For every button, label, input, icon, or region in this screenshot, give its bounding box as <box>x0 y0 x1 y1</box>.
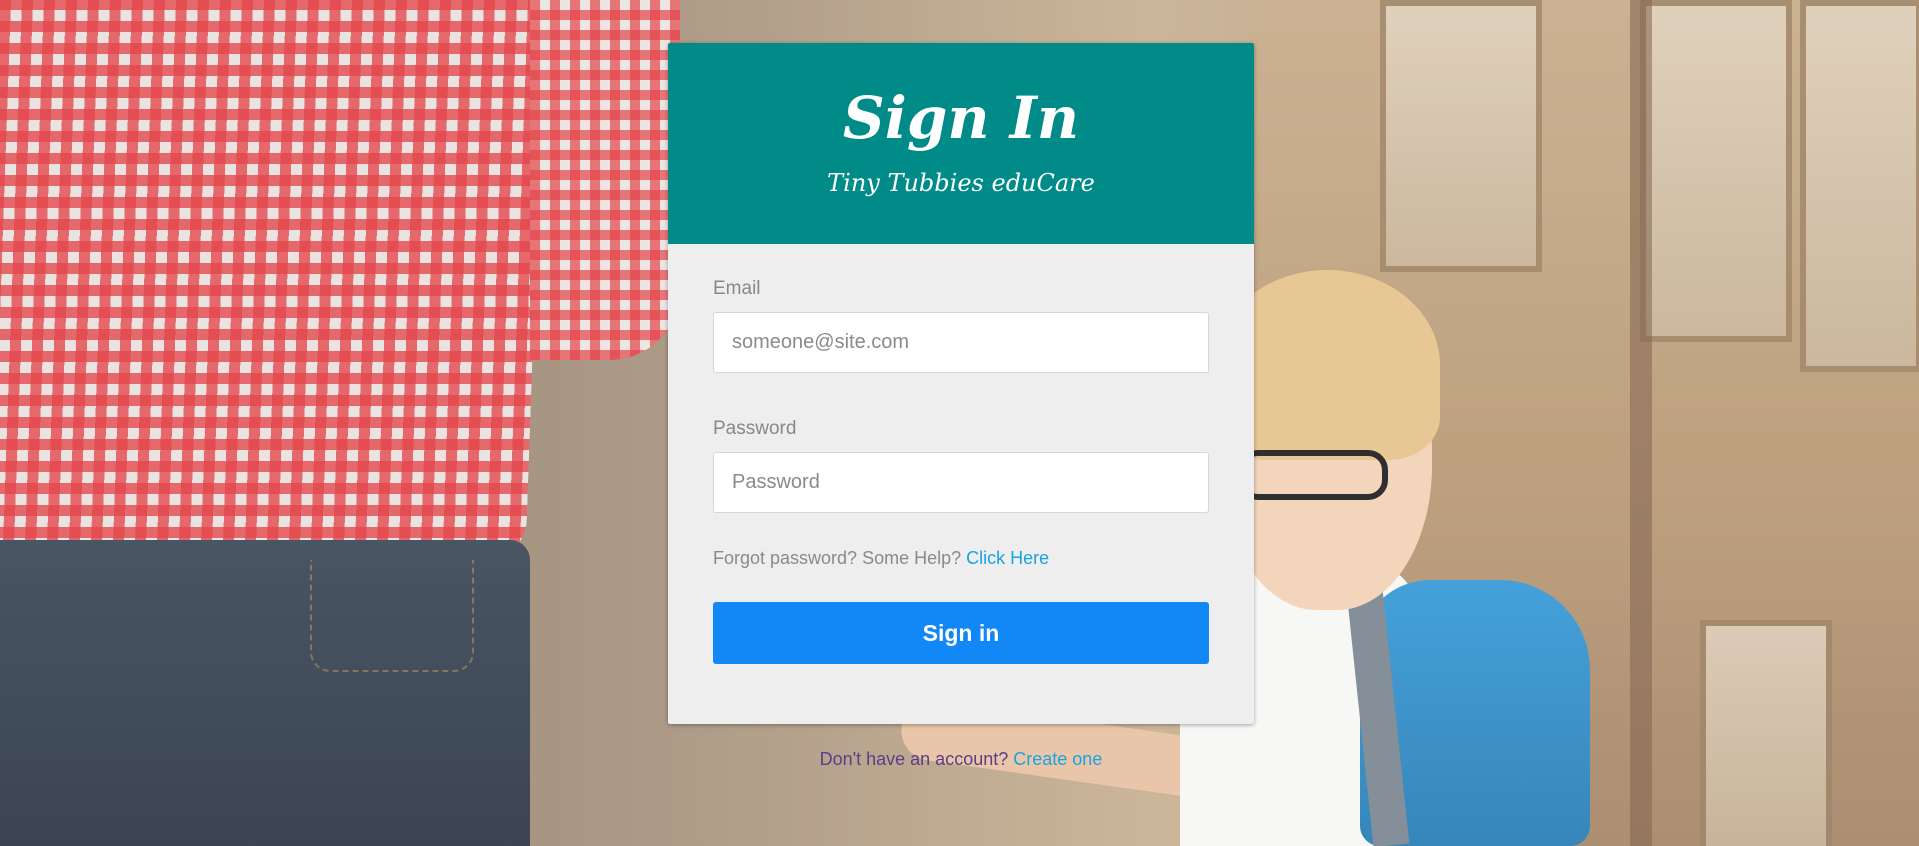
create-account-link[interactable]: Create one <box>1013 749 1102 769</box>
signup-prompt-text: Don't have an account? <box>819 749 1009 769</box>
signin-form: Email Password Forgot password? Some Hel… <box>668 244 1254 664</box>
forgot-password-text: Forgot password? Some Help? <box>713 548 962 568</box>
signin-card-header: Sign In Tiny Tubbies eduCare <box>668 43 1254 244</box>
brand-subtitle: Tiny Tubbies eduCare <box>827 169 1095 197</box>
signup-prompt: Don't have an account? Create one <box>668 748 1254 770</box>
forgot-password-link[interactable]: Click Here <box>966 548 1049 568</box>
signin-button[interactable]: Sign in <box>713 602 1209 664</box>
forgot-password-row: Forgot password? Some Help? Click Here <box>713 547 1209 569</box>
email-field-group: Email <box>713 278 1209 373</box>
password-field[interactable] <box>713 452 1209 513</box>
password-label: Password <box>713 418 797 439</box>
email-label: Email <box>713 278 761 299</box>
page-title: Sign In <box>842 84 1080 152</box>
email-field[interactable] <box>713 312 1209 373</box>
signin-card: Sign In Tiny Tubbies eduCare Email Passw… <box>668 43 1254 724</box>
password-field-group: Password <box>713 418 1209 513</box>
